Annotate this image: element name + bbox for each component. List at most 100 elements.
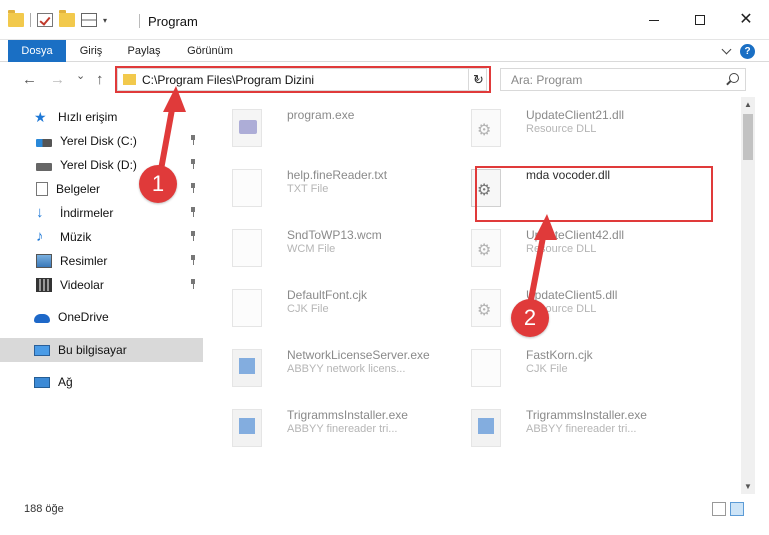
file-item[interactable]: UpdateClient5.dll Resource DLL <box>445 287 680 339</box>
sidebar-item-this-pc[interactable]: Bu bilgisayar <box>0 338 203 362</box>
file-name: DefaultFont.cjk <box>287 288 368 302</box>
documents-icon <box>36 182 48 196</box>
sidebar-item-label: Yerel Disk (C:) <box>60 134 137 148</box>
up-button[interactable]: ↑ <box>96 71 104 88</box>
sidebar-item-label: Resimler <box>60 254 108 268</box>
scroll-down-icon[interactable]: ▼ <box>744 482 752 491</box>
sidebar-item-music[interactable]: ♪ Müzik <box>0 225 203 249</box>
sidebar-item-disk-c[interactable]: Yerel Disk (C:) <box>0 129 203 153</box>
minimize-icon <box>649 19 659 21</box>
callout-badge-2: 2 <box>511 299 549 337</box>
ribbon-tabs: Dosya Giriş Paylaş Görünüm ? <box>0 40 769 62</box>
help-icon[interactable]: ? <box>740 44 755 59</box>
pin-icon[interactable] <box>189 279 197 289</box>
search-icon[interactable] <box>729 73 739 83</box>
disk-icon <box>36 162 52 171</box>
file-item[interactable]: program.exe <box>206 107 441 159</box>
pin-icon[interactable] <box>189 183 197 193</box>
download-icon: ↓ <box>36 204 44 221</box>
file-item[interactable]: DefaultFont.cjk CJK File <box>206 287 441 339</box>
file-list: program.exe help.fineReader.txt TXT File… <box>206 97 740 494</box>
scroll-thumb[interactable] <box>743 114 753 160</box>
status-bar: 188 öğe <box>0 494 769 535</box>
file-item[interactable]: UpdateClient42.dll Resource DLL <box>445 227 680 279</box>
tiles-view-icon[interactable] <box>730 502 744 516</box>
recent-locations-button[interactable]: ⌄ <box>76 69 85 82</box>
dll-icon <box>471 289 501 327</box>
dll-icon <box>471 229 501 267</box>
scroll-up-icon[interactable]: ▲ <box>744 100 752 109</box>
file-type: Resource DLL <box>526 243 597 255</box>
sidebar-item-label: Videolar <box>60 278 104 292</box>
search-input[interactable] <box>501 69 716 90</box>
exe-icon <box>232 409 262 447</box>
sidebar-item-network[interactable]: Ağ <box>0 370 203 394</box>
search-box[interactable] <box>500 68 746 91</box>
customize-toolbar-dropdown-icon[interactable]: ▾ <box>103 16 107 25</box>
network-icon <box>34 376 50 388</box>
cloud-icon <box>34 314 50 323</box>
title-bar: ▾ Program ✕ <box>0 0 769 40</box>
address-highlight-frame <box>115 66 491 93</box>
file-name: help.fineReader.txt <box>287 168 388 182</box>
minimize-button[interactable] <box>631 0 677 40</box>
file-item[interactable]: NetworkLicenseServer.exe ABBYY network l… <box>206 347 441 399</box>
details-view-icon[interactable] <box>712 502 726 516</box>
videos-icon <box>36 278 52 292</box>
music-icon: ♪ <box>36 228 44 245</box>
sidebar-item-onedrive[interactable]: OneDrive <box>0 305 203 329</box>
sidebar-item-downloads[interactable]: ↓ İndirmeler <box>0 201 203 225</box>
file-item[interactable]: help.fineReader.txt TXT File <box>206 167 441 219</box>
sidebar-item-label: OneDrive <box>58 310 109 324</box>
sidebar-item-quick-access[interactable]: ★ Hızlı erişim <box>0 105 203 129</box>
file-item[interactable]: FastKorn.cjk CJK File <box>445 347 680 399</box>
vertical-scrollbar[interactable]: ▲ ▼ <box>741 97 755 494</box>
sidebar-item-label: İndirmeler <box>60 206 114 220</box>
tab-giris[interactable]: Giriş <box>72 40 110 62</box>
tab-dosya[interactable]: Dosya <box>8 40 66 62</box>
sidebar-item-pictures[interactable]: Resimler <box>0 249 203 273</box>
title-divider <box>139 14 140 28</box>
file-item[interactable]: TrigrammsInstaller.exe ABBYY finereader … <box>445 407 680 459</box>
sidebar-item-videos[interactable]: Videolar <box>0 273 203 297</box>
file-type: WCM File <box>287 243 336 255</box>
view-switcher <box>712 502 744 516</box>
file-item[interactable]: TrigrammsInstaller.exe ABBYY finereader … <box>206 407 441 459</box>
pin-icon[interactable] <box>189 135 197 145</box>
pin-icon[interactable] <box>189 231 197 241</box>
file-name: TrigrammsInstaller.exe <box>287 408 408 422</box>
back-button[interactable]: ← <box>22 71 37 88</box>
maximize-icon <box>695 15 705 25</box>
file-highlight-frame <box>475 166 713 222</box>
quick-access-toolbar: ▾ <box>8 10 107 27</box>
dll-icon <box>471 109 501 147</box>
new-folder-icon[interactable] <box>59 10 75 27</box>
window-title: Program <box>148 14 198 29</box>
close-button[interactable]: ✕ <box>723 0 769 40</box>
file-name: program.exe <box>287 108 355 122</box>
file-item[interactable]: SndToWP13.wcm WCM File <box>206 227 441 279</box>
exe-icon <box>232 349 262 387</box>
pictures-icon <box>36 254 52 268</box>
pin-icon[interactable] <box>189 207 197 217</box>
file-item[interactable]: UpdateClient21.dll Resource DLL <box>445 107 680 159</box>
maximize-button[interactable] <box>677 0 723 40</box>
file-name: UpdateClient21.dll <box>526 108 625 122</box>
close-icon: ✕ <box>739 11 753 28</box>
sidebar-item-label: Belgeler <box>56 182 101 196</box>
sidebar-item-label: Yerel Disk (D:) <box>60 158 137 172</box>
properties-icon[interactable] <box>81 13 97 27</box>
tab-paylas[interactable]: Paylaş <box>121 40 167 62</box>
forward-button[interactable]: → <box>50 71 65 88</box>
file-name: FastKorn.cjk <box>526 348 593 362</box>
ribbon-controls: ? <box>721 44 755 59</box>
checkbox-properties-icon[interactable] <box>37 13 53 27</box>
tab-gorunum[interactable]: Görünüm <box>180 40 240 62</box>
navigation-pane: ★ Hızlı erişim Yerel Disk (C:) Yerel Dis… <box>0 97 205 494</box>
pin-icon[interactable] <box>189 255 197 265</box>
expand-ribbon-icon[interactable] <box>721 44 732 55</box>
folder-icon[interactable] <box>8 10 24 27</box>
pin-icon[interactable] <box>189 159 197 169</box>
file-name: NetworkLicenseServer.exe <box>287 348 430 362</box>
file-icon <box>471 349 501 387</box>
